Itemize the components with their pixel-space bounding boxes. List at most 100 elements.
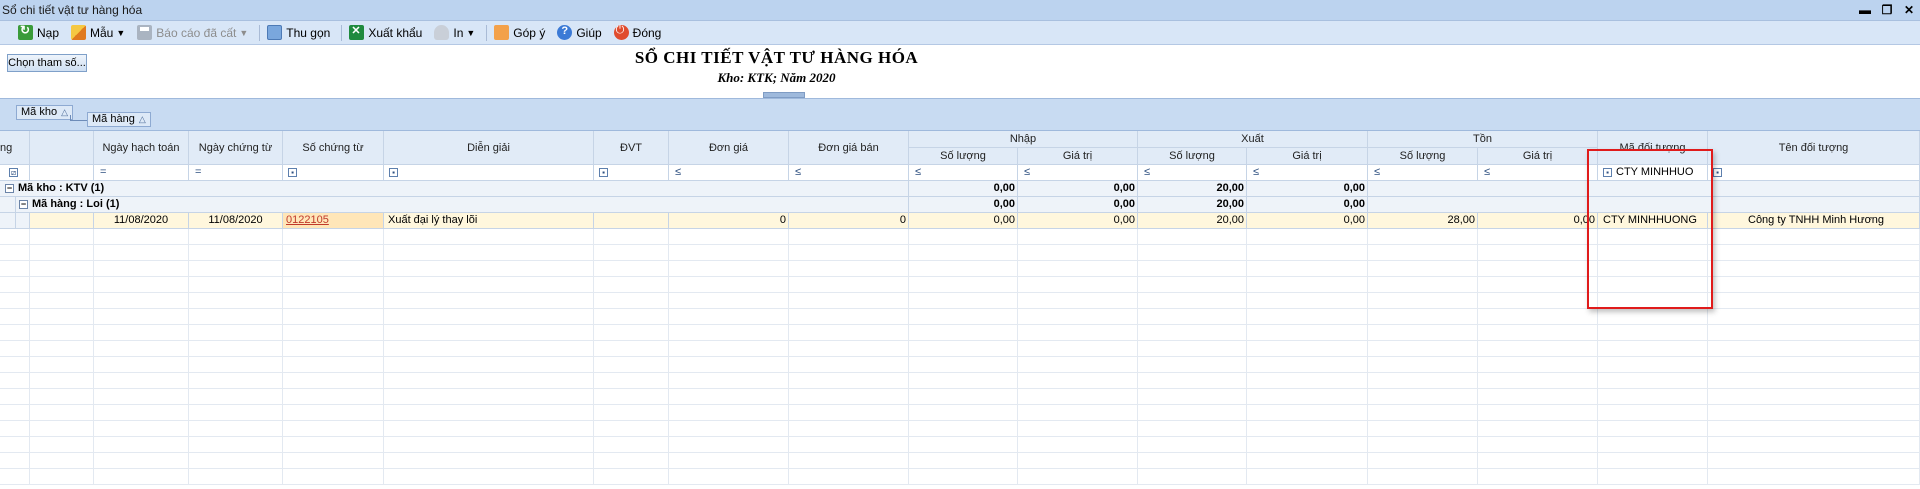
collapse-button[interactable]: Thu gọn <box>263 23 334 43</box>
empty-cell <box>1598 357 1708 373</box>
column-header-nhap[interactable]: Nhập <box>909 131 1138 148</box>
minimize-icon[interactable]: ▬ <box>1858 2 1872 18</box>
column-header-xuat-gia-tri[interactable]: Giá trị <box>1247 148 1368 165</box>
column-header-so-chung-tu[interactable]: Số chứng từ <box>283 131 384 165</box>
close-button[interactable]: Đóng <box>610 23 666 43</box>
row-nhap-so-luong[interactable]: 0,00 <box>909 213 1018 229</box>
empty-cell <box>94 405 189 421</box>
group-row-ma-kho[interactable]: − Mã kho : KTV (1) <box>0 181 909 197</box>
empty-cell <box>1478 421 1598 437</box>
filter-operator-icon[interactable]: ▪ <box>1713 167 1722 177</box>
row-don-gia-ban[interactable]: 0 <box>789 213 909 229</box>
filter-nhap-gia-tri[interactable]: ≤ <box>1018 165 1138 181</box>
row-xuat-so-luong[interactable]: 20,00 <box>1138 213 1247 229</box>
help-button[interactable]: Giúp <box>553 23 605 43</box>
filter-operator-equals[interactable]: = <box>100 165 106 179</box>
filter-operator-icon[interactable]: ▪ <box>599 167 608 177</box>
filter-dvt[interactable]: ▪ <box>594 165 669 181</box>
filter-don-gia-ban[interactable]: ≤ <box>789 165 909 181</box>
filter-ton-so-luong[interactable]: ≤ <box>1368 165 1478 181</box>
group-row-ma-hang[interactable]: − Mã hàng : Loi (1) <box>16 197 909 213</box>
filter-nhap-so-luong[interactable]: ≤ <box>909 165 1018 181</box>
print-button[interactable]: In ▼ <box>430 23 479 43</box>
empty-cell <box>669 341 789 357</box>
filter-operator-le[interactable]: ≤ <box>1144 165 1150 179</box>
empty-cell <box>1368 309 1478 325</box>
filter-dien-giai[interactable]: ▪ <box>384 165 594 181</box>
row-dvt[interactable] <box>594 213 669 229</box>
filter-operator-le[interactable]: ≤ <box>675 165 681 179</box>
row-so-chung-tu[interactable]: 0122105 <box>283 213 384 229</box>
empty-cell <box>669 389 789 405</box>
column-header-ngay-hach-toan[interactable]: Ngày hạch toán <box>94 131 189 165</box>
group-chip-ma-hang[interactable]: Mã hàng △ <box>87 112 151 127</box>
filter-operator-equals[interactable]: = <box>195 165 201 179</box>
column-header-nhap-gia-tri[interactable]: Giá trị <box>1018 148 1138 165</box>
row-nhap-gia-tri[interactable]: 0,00 <box>1018 213 1138 229</box>
column-header-nhap-so-luong[interactable]: Số lượng <box>909 148 1018 165</box>
column-header-ngay-chung-tu[interactable]: Ngày chứng từ <box>189 131 283 165</box>
row-ten-doi-tuong[interactable]: Công ty TNHH Minh Hương <box>1708 213 1920 229</box>
template-button[interactable]: Mẫu ▼ <box>67 23 129 43</box>
filter-ten-doi-tuong[interactable]: ▪ <box>1708 165 1920 181</box>
filter-operator-icon[interactable]: ▪ <box>288 167 297 177</box>
filter-operator-le[interactable]: ≤ <box>795 165 801 179</box>
empty-cell <box>384 421 594 437</box>
column-header-ton[interactable]: Tồn <box>1368 131 1598 148</box>
filter-operator-le[interactable]: ≤ <box>915 165 921 179</box>
column-header-c0[interactable]: ng <box>0 131 30 165</box>
filter-xuat-gia-tri[interactable]: ≤ <box>1247 165 1368 181</box>
filter-ngay-chung-tu[interactable]: = <box>189 165 283 181</box>
column-header-ton-gia-tri[interactable]: Giá trị <box>1478 148 1598 165</box>
row-ton-so-luong[interactable]: 28,00 <box>1368 213 1478 229</box>
filter-operator-le[interactable]: ≤ <box>1024 165 1030 179</box>
restore-icon[interactable]: ❐ <box>1880 2 1894 18</box>
filter-operator-le[interactable]: ≤ <box>1253 165 1259 179</box>
column-header-xuat[interactable]: Xuất <box>1138 131 1368 148</box>
row-xuat-gia-tri[interactable]: 0,00 <box>1247 213 1368 229</box>
filter-operator-le[interactable]: ≤ <box>1374 165 1380 179</box>
empty-cell <box>1478 453 1598 469</box>
filter-xuat-so-luong[interactable]: ≤ <box>1138 165 1247 181</box>
column-header-blank[interactable] <box>30 131 94 165</box>
empty-cell <box>1368 293 1478 309</box>
row-don-gia[interactable]: 0 <box>669 213 789 229</box>
column-header-dien-giai[interactable]: Diễn giải <box>384 131 594 165</box>
column-header-xuat-so-luong[interactable]: Số lượng <box>1138 148 1247 165</box>
feedback-button[interactable]: Góp ý <box>490 23 549 43</box>
row-ton-gia-tri[interactable]: 0,00 <box>1478 213 1598 229</box>
empty-cell <box>669 245 789 261</box>
reload-button[interactable]: Nạp <box>14 23 63 43</box>
empty-cell <box>1708 469 1920 485</box>
filter-ngay-hach-toan[interactable]: = <box>94 165 189 181</box>
column-header-dvt[interactable]: ĐVT <box>594 131 669 165</box>
empty-cell <box>384 341 594 357</box>
row-ngay-hach-toan[interactable]: 11/08/2020 <box>94 213 189 229</box>
row-cell[interactable] <box>30 213 94 229</box>
column-header-don-gia[interactable]: Đơn giá <box>669 131 789 165</box>
row-ngay-chung-tu[interactable]: 11/08/2020 <box>189 213 283 229</box>
voucher-link[interactable]: 0122105 <box>286 214 329 226</box>
saved-reports-button[interactable]: Báo cáo đã cất ▼ <box>133 23 252 43</box>
export-button[interactable]: Xuất khẩu <box>345 23 426 43</box>
empty-cell <box>189 405 283 421</box>
collapse-icon[interactable]: − <box>5 183 14 193</box>
row-dien-giai[interactable]: Xuất đại lý thay lõi <box>384 213 594 229</box>
column-header-don-gia-ban[interactable]: Đơn giá bán <box>789 131 909 165</box>
group-chip-ma-kho[interactable]: Mã kho △ <box>16 105 73 120</box>
column-header-ton-so-luong[interactable]: Số lượng <box>1368 148 1478 165</box>
column-header-ten-doi-tuong[interactable]: Tên đối tượng <box>1708 131 1920 165</box>
filter-operator-le[interactable]: ≤ <box>1484 165 1490 179</box>
empty-cell <box>789 245 909 261</box>
empty-cell <box>1018 405 1138 421</box>
empty-cell <box>1138 261 1247 277</box>
filter-ton-gia-tri[interactable]: ≤ <box>1478 165 1598 181</box>
filter-don-gia[interactable]: ≤ <box>669 165 789 181</box>
collapse-icon[interactable]: − <box>19 199 28 209</box>
filter-operator-icon[interactable]: ▪ <box>389 167 398 177</box>
close-window-icon[interactable]: ✕ <box>1902 2 1916 18</box>
feedback-label: Góp ý <box>513 25 546 40</box>
filter-clear-cell[interactable]: ⧄ <box>0 165 30 181</box>
filter-cell[interactable] <box>30 165 94 181</box>
filter-so-chung-tu[interactable]: ▪ <box>283 165 384 181</box>
